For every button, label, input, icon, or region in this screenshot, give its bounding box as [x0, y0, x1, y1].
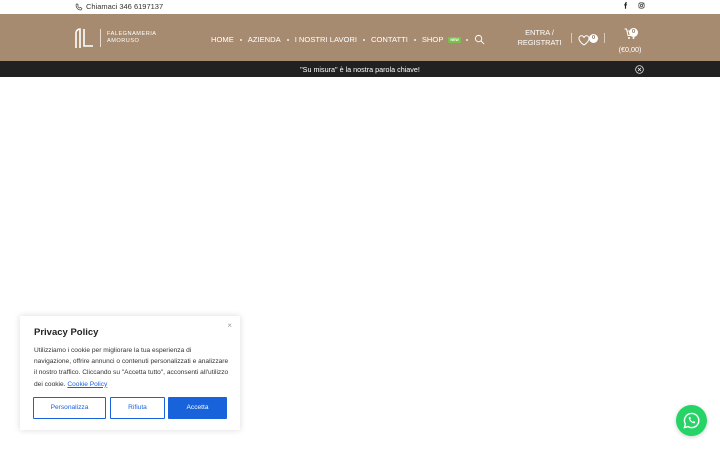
- privacy-body: Utilizziamo i cookie per migliorare la t…: [34, 347, 229, 388]
- nav-separator: [413, 38, 416, 41]
- cart-button[interactable]: 0 (€0,00): [616, 27, 644, 54]
- reject-button[interactable]: Rifiuta: [110, 397, 165, 419]
- accept-button[interactable]: Accetta: [168, 397, 227, 419]
- nav-home[interactable]: HOME: [211, 35, 234, 44]
- wishlist-button[interactable]: 0: [578, 33, 598, 51]
- account-line-2: REGISTRATI: [517, 38, 562, 47]
- logo-line-1: FALEGNAMERIA: [107, 30, 157, 37]
- instagram-icon[interactable]: [638, 2, 645, 9]
- main-nav: HOME AZIENDA I NOSTRI LAVORI CONTATTI SH…: [211, 34, 485, 45]
- logo-mark-icon: [75, 28, 93, 48]
- phone-text: Chiamaci 346 6197137: [86, 2, 164, 11]
- phone-icon: [75, 2, 83, 10]
- customize-button[interactable]: Personalizza: [33, 397, 106, 419]
- whatsapp-icon: [683, 412, 700, 429]
- nav-shop[interactable]: SHOP: [422, 35, 444, 44]
- whatsapp-button[interactable]: [676, 405, 707, 436]
- privacy-title: Privacy Policy: [34, 327, 99, 338]
- nav-contatti[interactable]: CONTATTI: [371, 35, 408, 44]
- logo-divider: [100, 28, 101, 47]
- cart-total: (€0,00): [618, 45, 642, 54]
- privacy-text: Utilizziamo i cookie per migliorare la t…: [34, 345, 230, 390]
- nav-separator: [363, 38, 366, 41]
- nav-separator: [465, 38, 468, 41]
- main-header: FALEGNAMERIA AMORUSO HOME AZIENDA I NOST…: [0, 14, 720, 61]
- phone-link[interactable]: Chiamaci 346 6197137: [75, 2, 163, 11]
- cookie-policy-link[interactable]: Cookie Policy: [67, 381, 107, 388]
- cart-count-badge: 0: [629, 28, 638, 37]
- search-icon[interactable]: [474, 34, 485, 45]
- wishlist-count-badge: 0: [589, 34, 598, 43]
- header-divider: [571, 33, 572, 43]
- nav-separator: [239, 38, 242, 41]
- logo-text: FALEGNAMERIA AMORUSO: [107, 31, 157, 45]
- social-links: [622, 2, 645, 9]
- announcement-bar: "Su misura" è la nostra parola chiave!: [0, 61, 720, 77]
- header-divider: [604, 33, 605, 43]
- login-register-link[interactable]: ENTRA / REGISTRATI: [512, 28, 567, 48]
- nav-azienda[interactable]: AZIENDA: [248, 35, 281, 44]
- close-announcement-icon[interactable]: [635, 65, 644, 74]
- top-bar: Chiamaci 346 6197137: [0, 0, 720, 14]
- facebook-icon[interactable]: [622, 2, 629, 9]
- logo-line-2: AMORUSO: [107, 37, 140, 44]
- new-badge: NEW: [448, 36, 461, 43]
- announcement-text: "Su misura" è la nostra parola chiave!: [300, 65, 420, 74]
- nav-i-nostri-lavori[interactable]: I NOSTRI LAVORI: [295, 35, 357, 44]
- close-icon[interactable]: ×: [227, 321, 232, 330]
- site-logo[interactable]: FALEGNAMERIA AMORUSO: [74, 27, 157, 48]
- account-line-1: ENTRA /: [525, 28, 554, 37]
- cookie-consent-banner: Privacy Policy × Utilizziamo i cookie pe…: [20, 316, 240, 430]
- nav-separator: [286, 38, 289, 41]
